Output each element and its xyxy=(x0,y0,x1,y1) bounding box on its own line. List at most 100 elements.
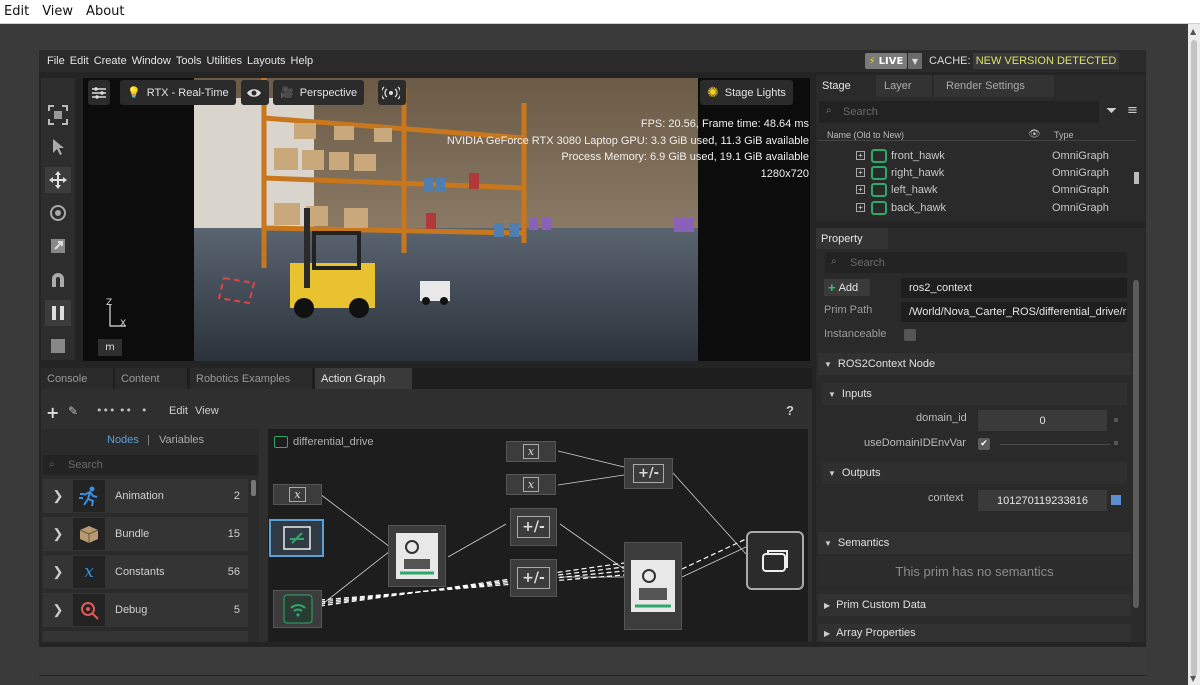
unit-label[interactable]: m xyxy=(98,339,122,356)
graph-option3-icon[interactable]: • xyxy=(141,404,148,417)
node-search-input[interactable]: Search xyxy=(43,455,258,475)
snap-magnet-icon[interactable] xyxy=(45,267,71,293)
stop-icon[interactable] xyxy=(45,333,71,359)
filter-icon[interactable]: ⏷ xyxy=(1106,103,1117,119)
app-menu-window[interactable]: Window xyxy=(132,55,171,67)
expand-icon[interactable]: + xyxy=(856,168,865,177)
app-menu-layouts[interactable]: Layouts xyxy=(247,55,286,67)
menu-edit[interactable]: Edit xyxy=(4,4,29,19)
constant-node[interactable]: x xyxy=(506,441,556,462)
move-tool-icon[interactable] xyxy=(45,167,71,193)
tab-variables[interactable]: Variables xyxy=(159,434,204,446)
node-list-scrollbar[interactable] xyxy=(251,480,256,496)
use-domain-id-checkbox[interactable]: ✔ xyxy=(978,438,990,450)
constant-node[interactable]: x xyxy=(273,484,322,505)
tab-action-graph[interactable]: Action Graph xyxy=(315,368,412,389)
scroll-up-icon[interactable]: ▲ xyxy=(1190,27,1196,36)
table-row[interactable]: + front_hawk OmniGraph xyxy=(856,147,1136,164)
add-button[interactable]: + Add xyxy=(824,279,870,296)
add-node-icon[interactable]: + xyxy=(46,403,59,422)
wifi-node[interactable] xyxy=(273,590,322,628)
live-button[interactable]: ⚡ LIVE xyxy=(865,53,907,69)
scroll-down-icon[interactable]: ▼ xyxy=(1190,674,1196,683)
math-op-node[interactable]: +/- xyxy=(624,458,673,489)
list-item[interactable]: ❯ Debug 5 xyxy=(43,593,248,627)
graph-menu-view[interactable]: View xyxy=(195,405,219,417)
context-color-swatch xyxy=(1111,495,1121,505)
camera-button[interactable]: 🎥 Perspective xyxy=(273,80,365,105)
app-menu-create[interactable]: Create xyxy=(94,55,127,67)
list-item[interactable]: ❯ x Constants 56 xyxy=(43,555,248,589)
array-properties-section[interactable]: ▶ Array Properties xyxy=(818,624,1131,642)
render-mode-button[interactable]: 💡 RTX - Real-Time xyxy=(120,80,236,105)
visibility-eye-icon[interactable] xyxy=(241,80,269,105)
tab-layer[interactable]: Layer xyxy=(876,75,932,97)
expand-icon[interactable]: + xyxy=(856,203,865,212)
expand-icon[interactable]: + xyxy=(856,151,865,160)
table-row[interactable]: + back_hawk OmniGraph xyxy=(856,199,1136,216)
page-scrollbar[interactable]: ▲ ▼ xyxy=(1188,24,1200,685)
stage-search-input[interactable]: Search xyxy=(819,101,1099,123)
select-mode-icon[interactable] xyxy=(45,102,71,128)
graph-option-icon[interactable]: ••• xyxy=(96,404,115,417)
graph-menu-edit[interactable]: Edit xyxy=(169,405,188,417)
publish-node[interactable] xyxy=(746,531,804,590)
graph-option2-icon[interactable]: •• xyxy=(119,404,132,417)
stage-lights-button[interactable]: ✺ Stage Lights xyxy=(700,80,793,105)
stage-scrollbar-thumb[interactable] xyxy=(1134,172,1139,184)
tab-render-settings[interactable]: Render Settings xyxy=(934,75,1054,97)
inputs-section[interactable]: ▼ Inputs xyxy=(822,383,1127,405)
column-name-header[interactable]: Name (Old to New) xyxy=(827,130,904,140)
scrollbar-thumb[interactable] xyxy=(1191,40,1197,676)
app-menu-file[interactable]: File xyxy=(47,55,65,67)
tab-property[interactable]: Property xyxy=(816,228,888,249)
table-row[interactable]: + left_hawk OmniGraph xyxy=(856,181,1136,198)
app-menu-utilities[interactable]: Utilities xyxy=(207,55,242,67)
prim-name-field[interactable]: ros2_context xyxy=(901,278,1127,298)
help-icon[interactable]: ? xyxy=(786,403,794,418)
menu-about[interactable]: About xyxy=(86,4,124,19)
live-dropdown-icon[interactable]: ▼ xyxy=(908,53,922,69)
tab-robotics-examples[interactable]: Robotics Examples xyxy=(190,368,312,389)
viewport-settings-icon[interactable] xyxy=(88,80,110,105)
table-row[interactable]: + right_hawk OmniGraph xyxy=(856,164,1136,181)
domain-id-field[interactable]: 0 xyxy=(978,410,1107,431)
prim-custom-data-section[interactable]: ▶ Prim Custom Data xyxy=(818,594,1131,616)
app-menu-help[interactable]: Help xyxy=(291,55,314,67)
menu-view[interactable]: View xyxy=(42,4,73,19)
tab-nodes[interactable]: Nodes xyxy=(107,434,139,446)
outputs-section[interactable]: ▼ Outputs xyxy=(822,462,1127,484)
list-item[interactable]: ❯ Animation 2 xyxy=(43,479,248,513)
tab-stage[interactable]: Stage xyxy=(816,75,874,97)
property-scrollbar[interactable] xyxy=(1133,280,1139,608)
expand-icon[interactable]: + xyxy=(856,185,865,194)
context-field[interactable]: 101270119233816 xyxy=(978,490,1107,511)
ros2-context-node-selected[interactable] xyxy=(269,519,324,557)
scale-tool-icon[interactable] xyxy=(45,233,71,259)
app-menu-edit[interactable]: Edit xyxy=(70,55,89,67)
instanceable-checkbox[interactable] xyxy=(904,329,916,341)
ros2context-node-section[interactable]: ▼ ROS2Context Node xyxy=(818,353,1131,375)
property-search-input[interactable]: Search xyxy=(825,252,1127,273)
app-menu-tools[interactable]: Tools xyxy=(176,55,202,67)
math-op-node[interactable]: +/- xyxy=(510,559,557,597)
cache-status[interactable]: NEW VERSION DETECTED xyxy=(973,53,1119,69)
bundle-box-icon xyxy=(73,518,105,550)
constant-node[interactable]: x xyxy=(506,474,556,495)
visibility-eye-icon[interactable]: 👁 xyxy=(1028,129,1041,140)
pause-icon[interactable] xyxy=(45,300,71,326)
prim-path-field[interactable]: /World/Nova_Carter_ROS/differential_driv… xyxy=(901,302,1127,322)
select-arrow-icon[interactable] xyxy=(45,134,71,160)
tab-content[interactable]: Content xyxy=(115,368,187,389)
differential-controller-node[interactable] xyxy=(388,525,446,587)
rotate-tool-icon[interactable] xyxy=(45,200,71,226)
audio-icon[interactable] xyxy=(378,80,406,105)
edit-pencil-icon[interactable]: ✎ xyxy=(68,404,78,418)
list-item[interactable]: ❯ Bundle 15 xyxy=(43,517,248,551)
math-op-node[interactable]: +/- xyxy=(510,508,557,546)
menu-icon[interactable]: ≡ xyxy=(1127,103,1138,118)
column-type-header[interactable]: Type xyxy=(1054,130,1074,140)
articulation-controller-node[interactable] xyxy=(624,542,682,630)
semantics-section[interactable]: ▼ Semantics xyxy=(818,532,1131,554)
tab-console[interactable]: Console xyxy=(41,368,113,389)
